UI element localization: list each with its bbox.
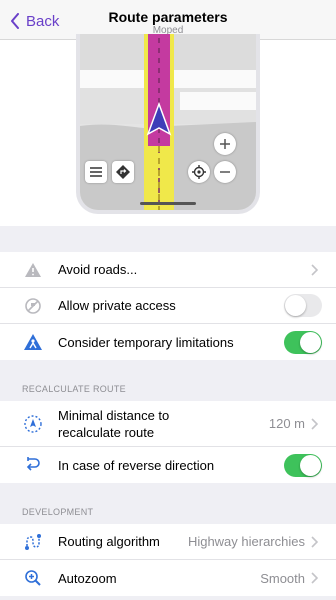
warning-icon — [22, 259, 44, 281]
recalculate-route-group: Minimal distance to recalculate route 12… — [0, 401, 336, 483]
minimal-distance-row[interactable]: Minimal distance to recalculate route 12… — [0, 401, 336, 447]
chevron-right-icon — [311, 572, 318, 584]
routing-algorithm-value: Highway hierarchies — [187, 534, 305, 549]
routing-algorithm-label: Routing algorithm — [58, 534, 160, 549]
allow-private-access-row: Allow private access — [0, 288, 336, 324]
reverse-direction-row: In case of reverse direction — [0, 447, 336, 483]
recalculate-route-header: RECALCULATE ROUTE — [22, 384, 126, 394]
routing-graph-icon — [22, 531, 44, 553]
map-preview — [80, 34, 256, 210]
autozoom-label: Autozoom — [58, 570, 117, 586]
zoom-icon — [22, 567, 44, 589]
development-header: DEVELOPMENT — [22, 507, 94, 517]
autozoom-row[interactable]: Autozoom Smooth — [0, 560, 336, 596]
reverse-direction-toggle[interactable] — [284, 453, 322, 477]
zoom-in-button[interactable] — [214, 133, 236, 155]
road-works-icon — [22, 331, 44, 353]
menu-icon — [90, 167, 102, 177]
chevron-right-icon — [311, 263, 318, 276]
map-preview-panel — [0, 34, 336, 226]
crosshair-icon — [192, 165, 206, 179]
no-entry-icon — [22, 295, 44, 317]
reverse-direction-icon — [22, 454, 44, 476]
zoom-out-button[interactable] — [214, 161, 236, 183]
directions-icon — [116, 165, 130, 179]
chevron-right-icon — [311, 417, 318, 430]
minimal-distance-label: Minimal distance to recalculate route — [58, 407, 170, 440]
route-options-group: Avoid roads... Allow private access Cons… — [0, 252, 336, 360]
temporary-limitations-label: Consider temporary limitations — [58, 334, 234, 350]
minimal-distance-value: 120 m — [268, 416, 305, 431]
directions-button[interactable] — [112, 161, 134, 183]
minus-icon — [220, 171, 230, 173]
phone-mockup — [76, 34, 260, 214]
avoid-roads-label: Avoid roads... — [58, 262, 138, 277]
reverse-direction-label: In case of reverse direction — [58, 457, 215, 473]
routing-algorithm-row[interactable]: Routing algorithm Highway hierarchies — [0, 524, 336, 560]
temporary-limitations-row: Consider temporary limitations — [0, 324, 336, 360]
chevron-right-icon — [311, 535, 318, 548]
autozoom-value: Smooth — [260, 570, 305, 586]
temporary-limitations-toggle[interactable] — [284, 330, 322, 354]
development-group: Routing algorithm Highway hierarchies Au… — [0, 524, 336, 596]
section-spacer — [0, 226, 336, 252]
navigation-target-icon — [22, 413, 44, 435]
avoid-roads-row[interactable]: Avoid roads... — [0, 252, 336, 288]
my-location-button[interactable] — [188, 161, 210, 183]
home-indicator — [140, 202, 196, 205]
menu-button[interactable] — [85, 161, 107, 183]
page-title: Route parameters — [108, 9, 228, 25]
allow-private-access-label: Allow private access — [58, 298, 176, 313]
allow-private-access-toggle[interactable] — [284, 294, 322, 317]
plus-icon — [220, 139, 230, 149]
